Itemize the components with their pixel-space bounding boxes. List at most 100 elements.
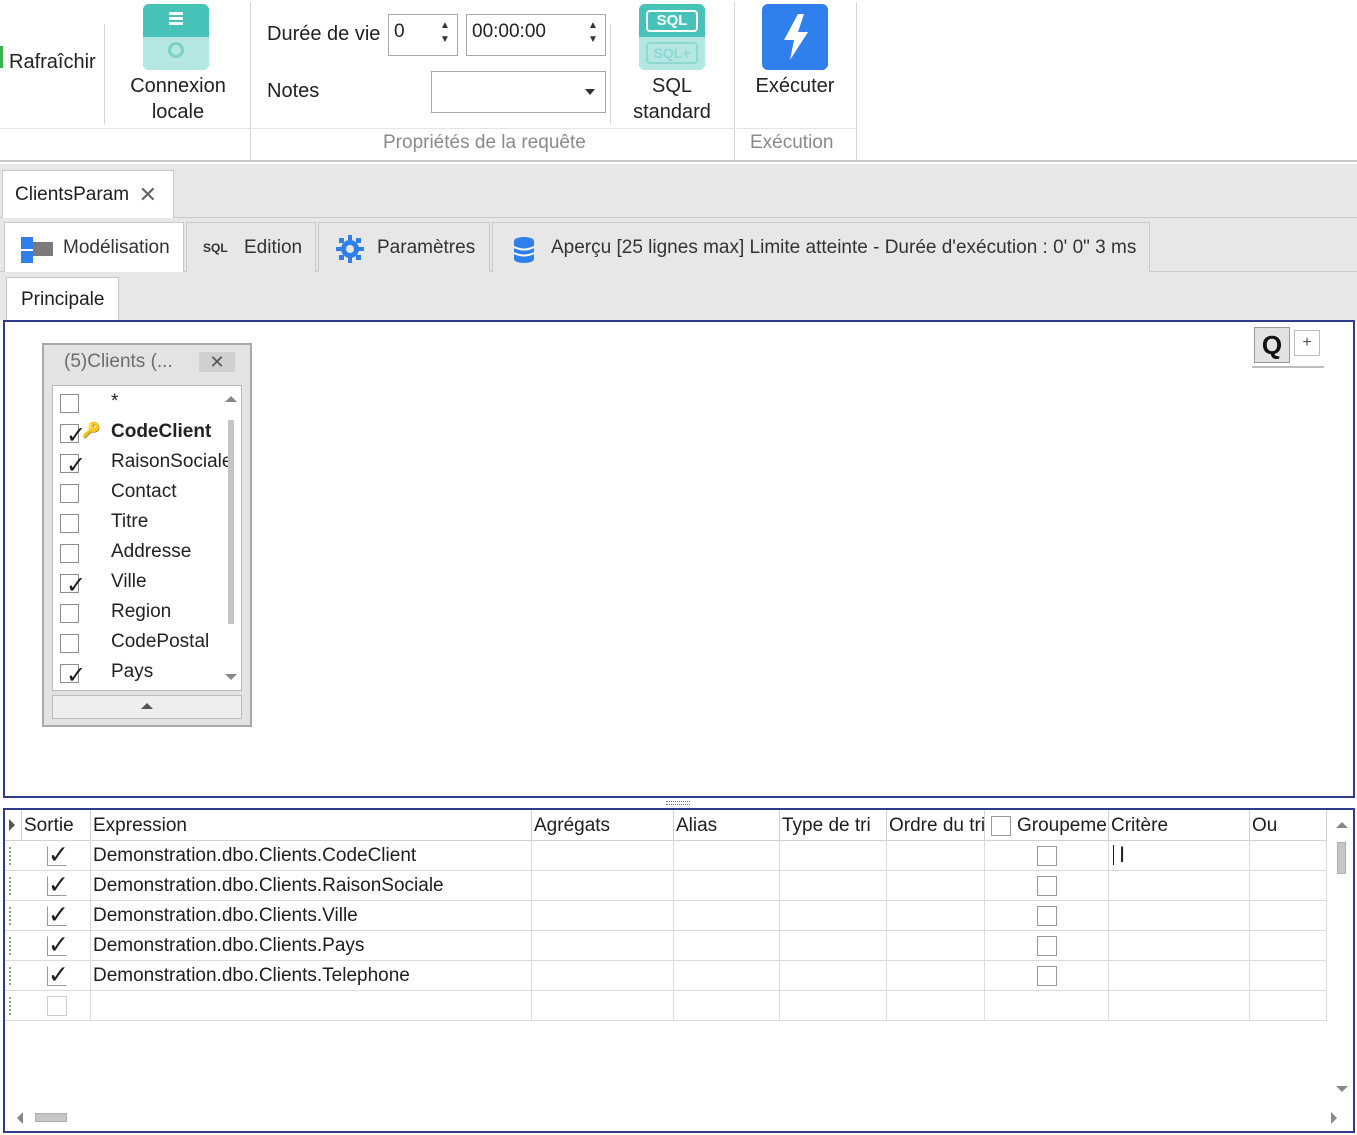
cell-ou[interactable]	[1250, 961, 1327, 991]
row-drag-handle[interactable]	[9, 907, 12, 925]
scroll-up-icon[interactable]	[225, 396, 237, 402]
row-drag-handle[interactable]	[9, 997, 12, 1015]
cell-type-tri[interactable]	[780, 871, 887, 901]
cell-type-tri[interactable]	[780, 991, 887, 1021]
tab-parametres[interactable]: Paramètres	[318, 222, 490, 272]
cell-agregats[interactable]	[532, 991, 674, 1021]
execute-button[interactable]: Exécuter	[744, 4, 846, 128]
grid-row[interactable]: ✓ Demonstration.dbo.Clients.Pays	[5, 931, 1327, 961]
splitter-handle[interactable]	[666, 801, 690, 805]
cell-ou[interactable]	[1250, 991, 1327, 1021]
cell-agregats[interactable]	[532, 931, 674, 961]
row-drag-handle[interactable]	[9, 847, 12, 865]
local-connection-button[interactable]: Connexion locale	[118, 4, 238, 128]
cell-ou[interactable]	[1250, 871, 1327, 901]
scroll-down-icon[interactable]	[225, 674, 237, 680]
row-drag-handle[interactable]	[9, 937, 12, 955]
scroll-up-icon[interactable]	[1336, 822, 1348, 828]
cell-agregats[interactable]	[532, 841, 674, 871]
cell-alias[interactable]	[674, 991, 780, 1021]
field-row[interactable]: CodePostal	[53, 628, 223, 658]
cell-alias[interactable]	[674, 901, 780, 931]
lifetime-days-spinner[interactable]: 0 ▲ ▼	[388, 14, 458, 56]
cell-expression[interactable]: Demonstration.dbo.Clients.RaisonSociale	[91, 871, 532, 901]
scroll-right-icon[interactable]	[1331, 1112, 1337, 1124]
output-checkbox[interactable]: ✓	[47, 903, 69, 928]
field-checkbox[interactable]: ✓	[60, 423, 86, 449]
scroll-down-icon[interactable]	[1336, 1086, 1348, 1092]
cell-critere[interactable]	[1109, 871, 1250, 901]
output-checkbox[interactable]: ✓	[47, 843, 69, 868]
field-checkbox[interactable]	[60, 544, 79, 563]
output-checkbox[interactable]: ✓	[47, 963, 69, 988]
cell-ordre-tri[interactable]	[887, 841, 985, 871]
cell-sortie[interactable]	[22, 991, 91, 1021]
field-row[interactable]: ✓ 🔑 CodeClient	[53, 418, 223, 449]
cell-type-tri[interactable]	[780, 841, 887, 871]
group-checkbox[interactable]	[1037, 876, 1057, 896]
grid-row[interactable]: ✓ Demonstration.dbo.Clients.Telephone	[5, 961, 1327, 991]
tab-modelisation[interactable]: Modélisation	[4, 222, 184, 273]
cell-type-tri[interactable]	[780, 931, 887, 961]
cell-ordre-tri[interactable]	[887, 991, 985, 1021]
zoom-in-button[interactable]: +	[1294, 330, 1320, 356]
cell-groupement[interactable]	[985, 871, 1109, 901]
cell-ordre-tri[interactable]	[887, 931, 985, 961]
field-checkbox[interactable]	[60, 634, 79, 653]
field-checkbox[interactable]	[60, 514, 79, 533]
cell-critere[interactable]: I	[1109, 841, 1250, 871]
cell-type-tri[interactable]	[780, 961, 887, 991]
cell-critere[interactable]	[1109, 901, 1250, 931]
notes-combo[interactable]	[431, 71, 606, 113]
document-tab-clientsparam[interactable]: ClientsParam ✕	[2, 170, 174, 219]
field-checkbox[interactable]: ✓	[60, 573, 86, 599]
tab-apercu[interactable]: Aperçu [25 lignes max] Limite atteinte -…	[492, 222, 1150, 272]
lifetime-time-spinner[interactable]: 00:00:00 ▲ ▼	[466, 14, 606, 56]
field-checkbox[interactable]	[60, 604, 79, 623]
field-row[interactable]: *	[53, 388, 223, 418]
field-row[interactable]: Titre	[53, 508, 223, 538]
cell-sortie[interactable]: ✓	[22, 901, 91, 931]
column-header-sortie[interactable]: Sortie	[22, 810, 91, 841]
field-checkbox[interactable]: ✓	[60, 453, 86, 479]
column-header-expression[interactable]: Expression	[91, 810, 532, 841]
table-clients-box[interactable]: (5)Clients (... ✕ * ✓ 🔑 CodeClient ✓ RaisonSo…	[42, 343, 252, 727]
group-all-checkbox[interactable]	[991, 816, 1011, 836]
cell-sortie[interactable]: ✓	[22, 841, 91, 871]
cell-sortie[interactable]: ✓	[22, 871, 91, 901]
cell-groupement[interactable]	[985, 901, 1109, 931]
group-checkbox[interactable]	[1037, 846, 1057, 866]
cell-ordre-tri[interactable]	[887, 871, 985, 901]
field-checkbox[interactable]	[60, 484, 79, 503]
zoom-button[interactable]: Q	[1254, 327, 1290, 363]
cell-ou[interactable]	[1250, 931, 1327, 961]
column-header-critere[interactable]: Critère	[1109, 810, 1250, 841]
cell-alias[interactable]	[674, 871, 780, 901]
cell-alias[interactable]	[674, 931, 780, 961]
field-row[interactable]: ✓ RaisonSociale	[53, 448, 232, 479]
field-checkbox[interactable]: ✓	[60, 663, 86, 689]
grid-row[interactable]	[5, 991, 1327, 1021]
close-icon[interactable]: ✕	[199, 352, 235, 372]
cell-critere[interactable]	[1109, 931, 1250, 961]
cell-critere[interactable]	[1109, 991, 1250, 1021]
field-row[interactable]: Region	[53, 598, 223, 628]
column-header-ordre-tri[interactable]: Ordre du tri	[887, 810, 985, 841]
scroll-left-icon[interactable]	[17, 1112, 23, 1124]
cell-groupement[interactable]	[985, 991, 1109, 1021]
cell-groupement[interactable]	[985, 961, 1109, 991]
sql-standard-button[interactable]: SQL SQL+ SQL standard	[620, 4, 724, 128]
cell-agregats[interactable]	[532, 901, 674, 931]
cell-expression[interactable]: Demonstration.dbo.Clients.Telephone	[91, 961, 532, 991]
cell-type-tri[interactable]	[780, 901, 887, 931]
scrollbar-thumb[interactable]	[228, 420, 234, 624]
output-checkbox[interactable]: ✓	[47, 933, 69, 958]
cell-groupement[interactable]	[985, 841, 1109, 871]
field-checkbox[interactable]	[60, 394, 79, 413]
row-drag-handle[interactable]	[9, 967, 12, 985]
grid-row[interactable]: ✓ Demonstration.dbo.Clients.CodeClient I	[5, 841, 1327, 871]
field-list-scrollbar[interactable]	[224, 390, 238, 686]
group-checkbox[interactable]	[1037, 936, 1057, 956]
column-header-alias[interactable]: Alias	[674, 810, 780, 841]
field-row[interactable]: Addresse	[53, 538, 223, 568]
